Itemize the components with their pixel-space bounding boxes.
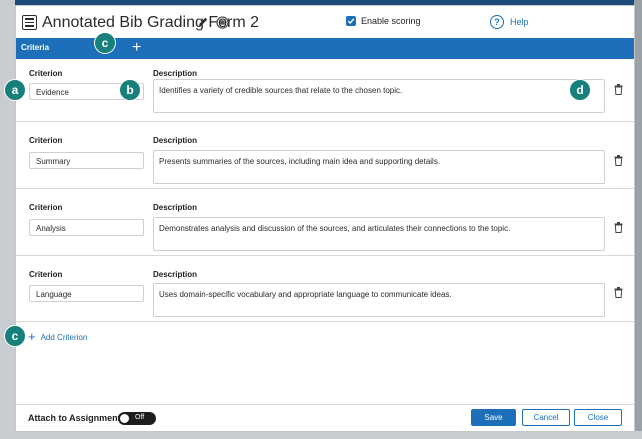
criterion-row: Criterion Description Evidence Identifie… <box>16 59 634 122</box>
trash-icon[interactable] <box>614 287 623 298</box>
criterion-description-input[interactable]: Uses domain-specific vocabulary and appr… <box>153 283 605 317</box>
criterion-row: Criterion Description Summary Presents s… <box>16 122 634 189</box>
callout-d: d <box>569 79 591 101</box>
help-label: Help <box>510 17 529 27</box>
add-tab-plus-icon[interactable]: + <box>132 39 141 57</box>
criterion-name-input[interactable]: Analysis <box>29 219 144 236</box>
criterion-header: Criterion <box>29 270 63 279</box>
callout-b: b <box>119 79 141 101</box>
criterion-header: Criterion <box>29 69 63 78</box>
attach-to-assignment-label: Attach to Assignment <box>28 413 121 423</box>
menu-icon[interactable] <box>22 15 37 30</box>
criterion-header: Criterion <box>29 203 63 212</box>
criterion-name-input[interactable]: Summary <box>29 152 144 169</box>
add-criterion-link[interactable]: + Add Criterion <box>28 329 88 344</box>
gear-icon[interactable] <box>216 16 229 29</box>
grading-form-dialog: Annotated Bib Grading Form 2 Enable scor… <box>15 5 635 432</box>
close-button[interactable]: Close <box>574 409 622 426</box>
tab-criteria[interactable]: Criteria <box>21 43 49 52</box>
criterion-name-input[interactable]: Language <box>29 285 144 302</box>
plus-icon: + <box>28 329 36 344</box>
description-header: Description <box>153 69 198 78</box>
background-bottom-strip <box>0 431 642 439</box>
callout-c-add: c <box>4 325 26 347</box>
trash-icon[interactable] <box>614 84 623 95</box>
trash-icon[interactable] <box>614 222 623 233</box>
trash-icon[interactable] <box>614 155 623 166</box>
pencil-icon[interactable] <box>197 16 209 28</box>
dialog-footer: Attach to Assignment Off Save Cancel Clo… <box>16 404 634 431</box>
description-header: Description <box>153 270 198 279</box>
toggle-state-label: Off <box>135 414 145 421</box>
callout-c-tab: c <box>94 32 116 54</box>
description-header: Description <box>153 203 198 212</box>
checkbox-icon[interactable] <box>346 16 356 26</box>
cancel-button[interactable]: Cancel <box>522 409 570 426</box>
criterion-row: Criterion Description Analysis Demonstra… <box>16 189 634 256</box>
criterion-header: Criterion <box>29 136 63 145</box>
toggle-knob <box>120 414 129 423</box>
criterion-description-input[interactable]: Demonstrates analysis and discussion of … <box>153 217 605 251</box>
save-button[interactable]: Save <box>471 409 516 426</box>
enable-scoring-control[interactable]: Enable scoring <box>346 16 421 26</box>
help-link[interactable]: ? Help <box>490 15 529 29</box>
background-right-strip <box>634 0 642 439</box>
enable-scoring-label: Enable scoring <box>361 16 421 26</box>
help-icon: ? <box>490 15 504 29</box>
criterion-description-input[interactable]: Presents summaries of the sources, inclu… <box>153 150 605 184</box>
background-left-strip <box>0 0 15 439</box>
criterion-row: Criterion Description Language Uses doma… <box>16 256 634 322</box>
criterion-description-input[interactable]: Identifies a variety of credible sources… <box>153 79 605 113</box>
description-header: Description <box>153 136 198 145</box>
attach-toggle[interactable]: Off <box>118 412 156 425</box>
callout-a: a <box>4 79 26 101</box>
add-criterion-label: Add Criterion <box>40 332 88 342</box>
